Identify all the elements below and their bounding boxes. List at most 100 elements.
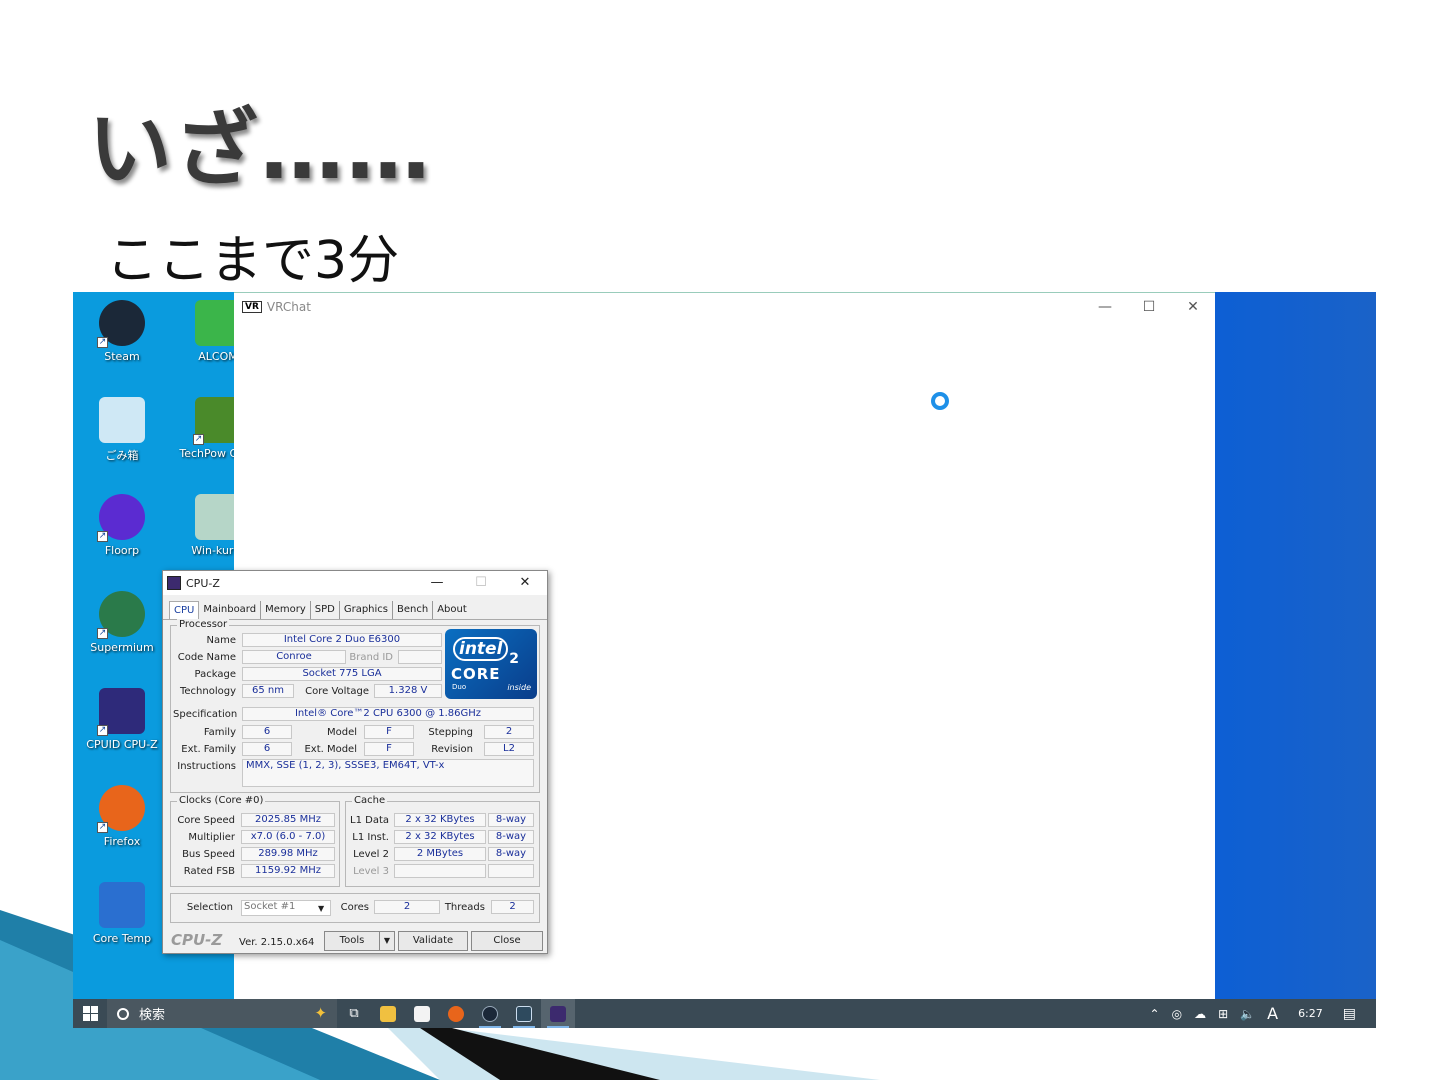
l1-inst-label: L1 Inst. — [352, 832, 389, 843]
cpuz-minimize-button[interactable]: — — [415, 571, 459, 595]
cores-label: Cores — [340, 902, 369, 913]
tab-cpu[interactable]: CPU — [169, 601, 200, 619]
instructions-value: MMX, SSE (1, 2, 3), SSSE3, EM64T, VT-x — [242, 759, 534, 787]
cpuz-footer-logo: CPU-Z — [171, 931, 223, 949]
technology-value: 65 nm — [242, 684, 294, 698]
close-button[interactable]: Close — [471, 931, 543, 951]
brandid-value — [398, 650, 442, 664]
cpuz-icon: ↗ — [97, 688, 145, 736]
desktop-icon-steam[interactable]: ↗ Steam — [77, 300, 167, 363]
cpuz-version: Ver. 2.15.0.x64 — [239, 937, 315, 948]
family-value: 6 — [242, 725, 292, 739]
desktop-icon-recycle-bin[interactable]: ごみ箱 — [77, 397, 167, 463]
taskbar-cpuz[interactable] — [541, 999, 575, 1028]
task-view-icon: ⧉ — [349, 1006, 359, 1021]
tools-button[interactable]: Tools — [324, 931, 380, 951]
firefox-icon — [448, 1005, 464, 1022]
ext-family-value: 6 — [242, 742, 292, 756]
brandid-label: Brand ID — [349, 652, 393, 663]
tab-spd[interactable]: SPD — [311, 601, 340, 619]
firefox-icon: ↗ — [97, 785, 145, 833]
taskbar-steam[interactable] — [473, 999, 507, 1028]
taskbar-explorer[interactable] — [371, 999, 405, 1028]
cpuz-maximize-button[interactable]: ☐ — [459, 571, 503, 595]
stepping-value: 2 — [484, 725, 534, 739]
search-icon — [117, 1007, 129, 1020]
threads-label: Threads — [444, 902, 485, 913]
tab-bench[interactable]: Bench — [393, 601, 434, 619]
tab-graphics[interactable]: Graphics — [340, 601, 394, 619]
cpuz-titlebar[interactable]: CPU-Z — ☐ ✕ — [163, 571, 547, 595]
tab-memory[interactable]: Memory — [261, 601, 311, 619]
level2-label: Level 2 — [353, 849, 389, 860]
taskbar: 検索 ✦ ⧉ ⌃ ◎ ☁ ⊞ 🔈 A 6:27 ▤ — [73, 999, 1376, 1028]
core-voltage-label: Core Voltage — [305, 686, 369, 697]
vrchat-titlebar[interactable]: VR VRChat — [234, 293, 1215, 321]
start-button[interactable] — [73, 999, 107, 1028]
codename-label: Code Name — [177, 652, 236, 663]
rated-fsb-value: 1159.92 MHz — [241, 864, 335, 878]
taskbar-search[interactable]: 検索 ✦ — [107, 999, 337, 1028]
l1-data-value: 2 x 32 KBytes — [394, 813, 486, 827]
vrchat-title: VRChat — [266, 300, 311, 314]
task-view-button[interactable]: ⧉ — [337, 999, 371, 1028]
recycle-bin-icon — [99, 397, 145, 443]
desktop-screenshot: ↗ Steam ALCOM ごみ箱 ↗ TechPow GPU- ↗ Floor… — [73, 292, 1376, 1028]
bus-speed-value: 289.98 MHz — [241, 847, 335, 861]
name-value: Intel Core 2 Duo E6300 — [242, 633, 442, 647]
clock[interactable]: 6:27 — [1284, 1007, 1337, 1020]
cpuz-app-icon — [167, 576, 181, 590]
cores-value: 2 — [374, 900, 440, 914]
l1-inst-value: 2 x 32 KBytes — [394, 830, 486, 844]
ext-model-value: F — [364, 742, 414, 756]
bus-speed-label: Bus Speed — [182, 849, 235, 860]
family-label: Family — [203, 727, 236, 738]
tray-app-icon[interactable]: ◎ — [1166, 1007, 1188, 1021]
multiplier-label: Multiplier — [188, 832, 235, 843]
package-label: Package — [194, 669, 236, 680]
desktop-icon-core-temp[interactable]: Core Temp — [77, 882, 167, 945]
selection-label: Selection — [186, 902, 233, 913]
core-speed-value: 2025.85 MHz — [241, 813, 335, 827]
system-tray: ⌃ ◎ ☁ ⊞ 🔈 A 6:27 ▤ — [1144, 999, 1376, 1028]
cpuz-window[interactable]: CPU-Z — ☐ ✕ CPU Mainboard Memory SPD Gra… — [162, 570, 548, 954]
desktop-icon-floorp[interactable]: ↗ Floorp — [77, 494, 167, 557]
level3-ways — [488, 864, 534, 878]
taskbar-vrchat[interactable] — [507, 999, 541, 1028]
notification-icon[interactable]: ▤ — [1337, 1006, 1376, 1022]
ime-indicator[interactable]: A — [1261, 1004, 1284, 1023]
windows-logo-icon — [83, 1006, 90, 1013]
tools-dropdown-icon[interactable]: ▼ — [379, 931, 395, 951]
cpuz-close-button[interactable]: ✕ — [503, 571, 547, 595]
folder-icon — [380, 1005, 396, 1022]
level2-ways: 8-way — [488, 847, 534, 861]
taskbar-firefox[interactable] — [439, 999, 473, 1028]
specification-label: Specification — [173, 709, 238, 720]
vrchat-maximize-button[interactable]: ☐ — [1127, 293, 1171, 321]
vrchat-minimize-button[interactable]: — — [1083, 293, 1127, 321]
taskbar-store[interactable] — [405, 999, 439, 1028]
volume-icon[interactable]: 🔈 — [1234, 1007, 1261, 1021]
onedrive-icon[interactable]: ☁ — [1188, 1007, 1212, 1021]
network-icon[interactable]: ⊞ — [1212, 1007, 1234, 1021]
tab-mainboard[interactable]: Mainboard — [199, 601, 262, 619]
desktop-icon-firefox[interactable]: ↗ Firefox — [77, 785, 167, 848]
store-icon — [414, 1005, 430, 1022]
desktop-wallpaper — [1215, 292, 1376, 999]
validate-button[interactable]: Validate — [398, 931, 468, 951]
codename-value: Conroe — [242, 650, 346, 664]
show-hidden-icons-button[interactable]: ⌃ — [1144, 1007, 1166, 1021]
core-voltage-value: 1.328 V — [374, 684, 442, 698]
rated-fsb-label: Rated FSB — [183, 866, 235, 877]
vrchat-logo-icon: VR — [242, 301, 262, 313]
vrchat-close-button[interactable]: ✕ — [1171, 293, 1215, 321]
tab-about[interactable]: About — [433, 601, 471, 619]
desktop-icon-supermium[interactable]: ↗ Supermium — [77, 591, 167, 654]
chevron-down-icon[interactable]: ▼ — [318, 904, 324, 913]
desktop-icon-cpuz[interactable]: ↗ CPUID CPU-Z — [77, 688, 167, 751]
steam-icon: ↗ — [97, 300, 145, 348]
copilot-sparkle-icon[interactable]: ✦ — [314, 1004, 327, 1022]
level3-value — [394, 864, 486, 878]
threads-value: 2 — [491, 900, 534, 914]
l1-inst-ways: 8-way — [488, 830, 534, 844]
